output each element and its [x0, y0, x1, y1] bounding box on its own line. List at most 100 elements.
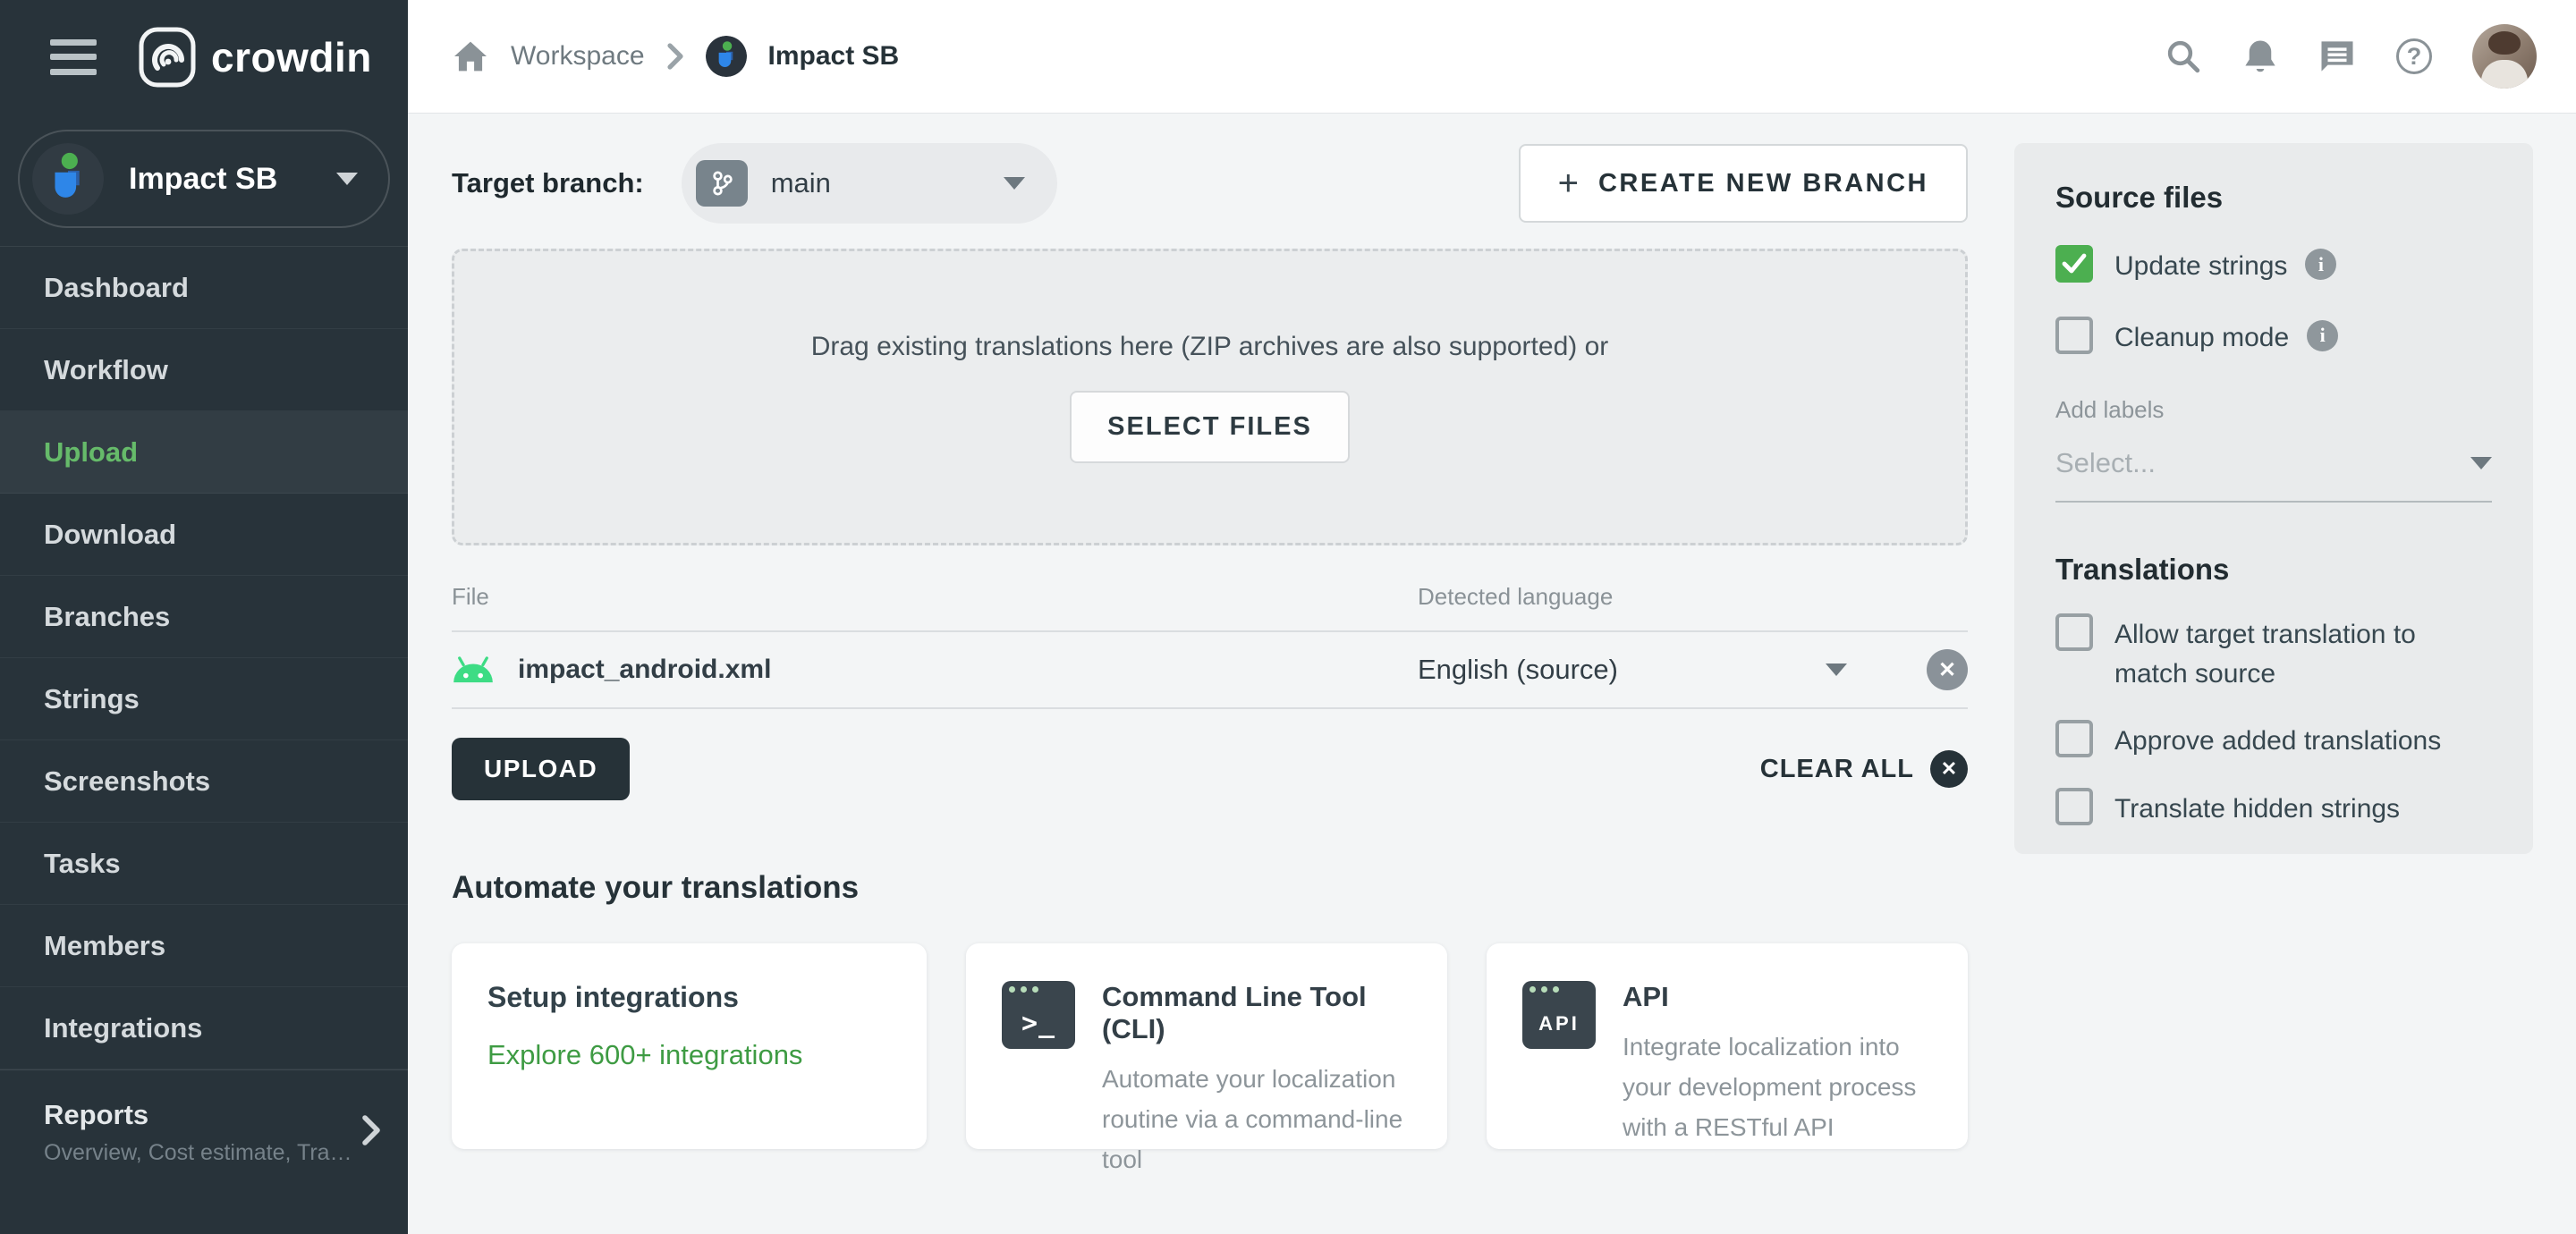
column-header-file: File [452, 583, 489, 610]
clear-all-button[interactable]: CLEAR ALL ✕ [1760, 750, 1968, 788]
setup-integrations-card[interactable]: Setup integrations Explore 600+ integrat… [452, 943, 927, 1149]
sidebar-item-label: Download [44, 518, 177, 550]
sidebar-item-label: Branches [44, 600, 171, 632]
sidebar-item-strings[interactable]: Strings [0, 658, 408, 740]
allow-target-match-source-option[interactable]: Allow target translation to match source [2055, 613, 2492, 693]
sidebar-item-label: Members [44, 929, 166, 961]
update-strings-option[interactable]: Update strings i [2055, 245, 2492, 286]
notifications-bell-icon[interactable] [2241, 38, 2279, 75]
checkbox-unchecked-icon[interactable] [2055, 787, 2093, 825]
approve-added-translations-option[interactable]: Approve added translations [2055, 720, 2492, 761]
cli-card[interactable]: >_ Command Line Tool (CLI) Automate your… [966, 943, 1447, 1173]
info-icon[interactable]: i [2305, 249, 2337, 280]
uploaded-files-table: File Detected language impact_android.xm… [452, 583, 1968, 709]
sidebar-item-screenshots[interactable]: Screenshots [0, 740, 408, 823]
translations-title: Translations [2055, 553, 2230, 586]
sidebar-item-dashboard[interactable]: Dashboard [0, 247, 408, 329]
checkbox-unchecked-icon[interactable] [2055, 720, 2093, 757]
source-files-title: Source files [2055, 181, 2224, 214]
add-labels-label: Add labels [2055, 396, 2165, 423]
branch-selector-value: main [770, 167, 831, 199]
help-icon[interactable]: ? [2395, 38, 2433, 75]
hamburger-menu-icon[interactable] [50, 38, 97, 75]
dropzone-text: Drag existing translations here (ZIP arc… [810, 331, 1609, 361]
file-name: impact_android.xml [518, 655, 772, 684]
crowdin-upload-page: crowdin Workspace Impact SB ? Impact SB … [0, 0, 2576, 1234]
upload-settings-panel: Source files Update strings i Cleanup mo… [2014, 143, 2533, 854]
chevron-down-icon [336, 173, 358, 185]
file-cell: impact_android.xml [452, 655, 1418, 685]
sidebar-item-integrations[interactable]: Integrations [0, 987, 408, 1069]
sidebar-item-label: Workflow [44, 353, 168, 385]
breadcrumb-project[interactable]: Impact SB [768, 41, 900, 72]
logo-cell: crowdin [0, 0, 408, 114]
translation-options: Allow target translation to match source… [2055, 613, 2492, 828]
plus-icon: + [1557, 164, 1579, 203]
breadcrumb: Workspace Impact SB [452, 36, 899, 77]
info-icon[interactable]: i [2307, 319, 2339, 351]
checkbox-unchecked-icon[interactable] [2055, 613, 2093, 651]
sidebar-reports-subtitle: Overview, Cost estimate, Transl… [44, 1140, 361, 1165]
cleanup-mode-option[interactable]: Cleanup mode i [2055, 316, 2492, 358]
chevron-down-icon [2470, 457, 2492, 469]
sidebar-nav: Dashboard Workflow Upload Download Branc… [0, 246, 408, 1195]
upload-button[interactable]: UPLOAD [452, 738, 631, 800]
upload-column: Target branch: main + CREATE NEW BRANCH … [452, 143, 1968, 1234]
checkbox-checked-icon[interactable] [2055, 245, 2093, 283]
translate-hidden-strings-option[interactable]: Translate hidden strings [2055, 787, 2492, 829]
user-avatar[interactable] [2472, 24, 2537, 89]
sidebar-item-reports[interactable]: Reports Overview, Cost estimate, Transl… [0, 1069, 408, 1195]
chevron-down-icon [1826, 663, 1847, 676]
target-branch-row: Target branch: main + CREATE NEW BRANCH [452, 143, 1968, 224]
target-branch-label: Target branch: [452, 167, 644, 199]
messages-icon[interactable] [2318, 38, 2356, 75]
sidebar-item-upload[interactable]: Upload [0, 411, 408, 494]
home-icon[interactable] [452, 38, 489, 75]
upload-actions-row: UPLOAD CLEAR ALL ✕ [452, 738, 1968, 800]
labels-select-placeholder: Select... [2055, 447, 2156, 478]
branch-folder-icon [695, 160, 748, 207]
checkbox-unchecked-icon[interactable] [2055, 316, 2093, 354]
top-bar: Workspace Impact SB ? [408, 0, 2576, 114]
sidebar-item-label: Dashboard [44, 271, 189, 303]
branch-selector[interactable]: main [681, 143, 1057, 224]
chevron-right-icon [666, 42, 684, 71]
sidebar-item-label: Tasks [44, 847, 121, 879]
main-content: Target branch: main + CREATE NEW BRANCH … [408, 114, 2576, 1234]
search-icon[interactable] [2165, 38, 2202, 75]
api-card[interactable]: API API Integrate localization into your… [1487, 943, 1968, 1149]
android-file-icon [453, 656, 493, 683]
topbar-actions: ? [2165, 24, 2537, 89]
brand-name: crowdin [211, 33, 372, 80]
table-row: impact_android.xml English (source) ✕ [452, 632, 1968, 709]
remove-file-button[interactable]: ✕ [1927, 649, 1968, 690]
crowdin-logo-icon [139, 27, 196, 87]
sidebar-item-label: Strings [44, 682, 140, 714]
project-avatar [32, 143, 104, 215]
api-window-icon: API [1522, 981, 1596, 1049]
column-header-detected-language: Detected language [1418, 583, 1614, 610]
project-switcher[interactable]: Impact SB [18, 130, 390, 228]
project-name: Impact SB [129, 161, 278, 196]
sidebar-item-download[interactable]: Download [0, 494, 408, 576]
sidebar-item-tasks[interactable]: Tasks [0, 823, 408, 905]
breadcrumb-workspace[interactable]: Workspace [511, 41, 645, 72]
crowdin-logo[interactable]: crowdin [138, 26, 372, 89]
sidebar-item-label: Reports [44, 1099, 149, 1130]
select-files-button[interactable]: SELECT FILES [1070, 390, 1350, 463]
sidebar-item-label: Screenshots [44, 765, 211, 797]
automate-section-title: Automate your translations [452, 870, 860, 905]
sidebar-item-workflow[interactable]: Workflow [0, 329, 408, 411]
file-dropzone[interactable]: Drag existing translations here (ZIP arc… [452, 249, 1968, 545]
sidebar-item-members[interactable]: Members [0, 905, 408, 987]
sidebar-item-branches[interactable]: Branches [0, 576, 408, 658]
terminal-icon: >_ [1002, 981, 1075, 1049]
project-avatar [705, 36, 747, 77]
labels-select[interactable]: Select... [2055, 447, 2492, 503]
chevron-down-icon [1003, 177, 1025, 190]
sidebar-item-label: Upload [44, 435, 139, 468]
detected-language-select[interactable]: English (source) [1418, 654, 1847, 686]
explore-integrations-link[interactable]: Explore 600+ integrations [487, 1039, 891, 1071]
create-new-branch-button[interactable]: + CREATE NEW BRANCH [1518, 144, 1968, 223]
sidebar-item-label: Integrations [44, 1011, 203, 1044]
